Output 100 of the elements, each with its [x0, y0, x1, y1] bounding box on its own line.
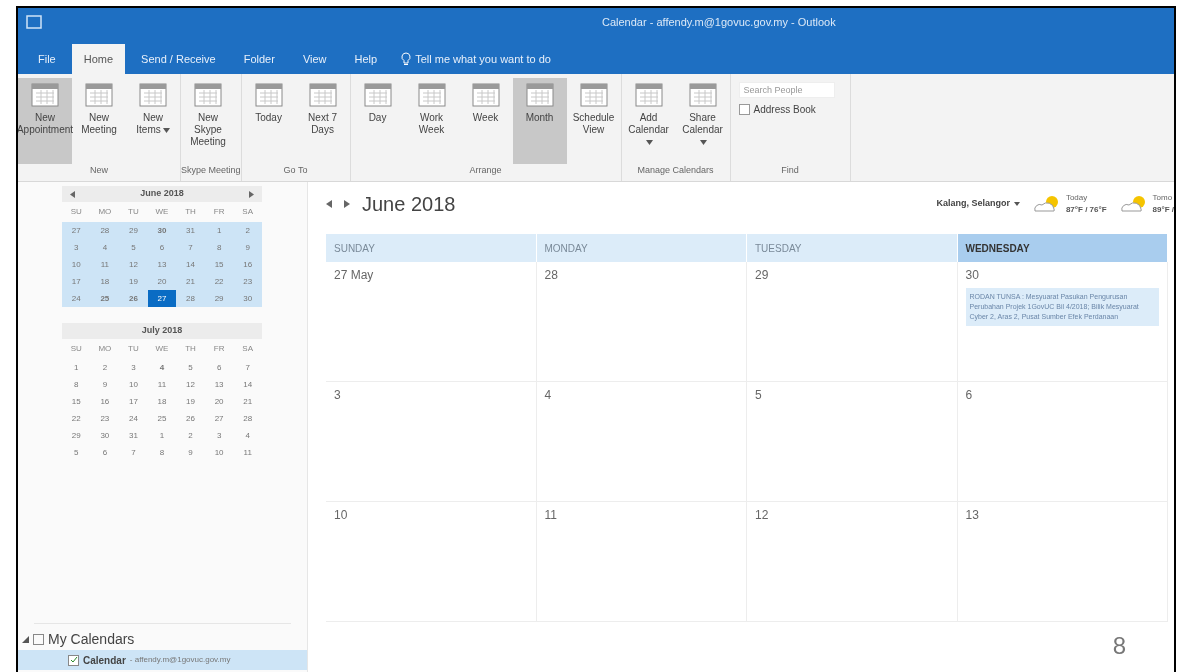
mini-calendar-day[interactable]: 8: [204, 239, 234, 256]
mini-calendar-day[interactable]: 19: [176, 393, 205, 410]
ribbon-button[interactable]: New Meeting: [72, 78, 126, 164]
day-cell[interactable]: 3: [326, 382, 537, 502]
mini-calendar-day[interactable]: 28: [90, 222, 120, 239]
mini-calendar-day[interactable]: 15: [204, 256, 234, 273]
mini-calendar-day[interactable]: 27: [62, 222, 91, 239]
mini-calendar-day[interactable]: 29: [119, 222, 148, 239]
mini-calendar-day[interactable]: 10: [62, 256, 91, 273]
mini-calendar-day[interactable]: 19: [119, 273, 148, 290]
ribbon-button[interactable]: New Skype Meeting: [181, 78, 235, 164]
ribbon-button[interactable]: Work Week: [404, 78, 459, 164]
mini-calendar-day[interactable]: 23: [233, 273, 262, 290]
mini-calendar-day[interactable]: 14: [233, 376, 262, 393]
mini-calendar-day[interactable]: 2: [176, 427, 205, 444]
mini-calendar-day[interactable]: 25: [147, 410, 177, 427]
mini-calendar-day[interactable]: 21: [176, 273, 205, 290]
mini-calendar-day[interactable]: 29: [62, 427, 91, 444]
ribbon-button[interactable]: Next 7 Days: [295, 78, 350, 164]
mini-calendar-day[interactable]: 24: [119, 410, 148, 427]
ribbon-button[interactable]: Schedule View: [566, 78, 621, 164]
mini-calendar-day[interactable]: 10: [204, 444, 234, 461]
mini-calendar-day[interactable]: 3: [204, 427, 234, 444]
day-cell[interactable]: 28: [536, 262, 747, 382]
day-cell[interactable]: 4: [536, 382, 747, 502]
mini-calendar-day[interactable]: 27: [147, 290, 177, 307]
mini-calendar-day[interactable]: 17: [119, 393, 148, 410]
mini-calendar-day[interactable]: 5: [176, 359, 205, 376]
mini-calendar-day[interactable]: 1: [62, 359, 91, 376]
ribbon-button[interactable]: New Items: [126, 78, 180, 164]
mini-calendar-day[interactable]: 3: [62, 239, 91, 256]
day-cell[interactable]: 27 May: [326, 262, 537, 382]
mini-calendar-day[interactable]: 8: [147, 444, 177, 461]
mini-calendar-day[interactable]: 9: [233, 239, 262, 256]
location-dropdown[interactable]: Kalang, Selangor: [936, 197, 1020, 211]
mini-calendar-day[interactable]: 16: [90, 393, 120, 410]
mini-calendar-day[interactable]: 11: [90, 256, 120, 273]
mini-calendar-day[interactable]: 29: [204, 290, 234, 307]
mini-calendar-day[interactable]: 9: [90, 376, 120, 393]
mini-calendar-day[interactable]: 28: [176, 290, 205, 307]
ribbon-tab[interactable]: Folder: [231, 44, 287, 74]
day-cell[interactable]: 11: [536, 502, 747, 622]
mini-calendar-day[interactable]: 26: [119, 290, 148, 307]
previous-icon[interactable]: [326, 200, 332, 208]
mini-calendar-day[interactable]: 7: [119, 444, 148, 461]
mini-calendar-day[interactable]: 27: [204, 410, 234, 427]
mini-calendar-day[interactable]: 5: [62, 444, 91, 461]
mini-calendar-day[interactable]: 13: [147, 256, 177, 273]
ribbon-tab[interactable]: Send / Receive: [129, 44, 228, 74]
mini-calendar-day[interactable]: 12: [119, 256, 148, 273]
mini-calendar-day[interactable]: 13: [204, 376, 234, 393]
ribbon-button[interactable]: Share Calendar: [675, 78, 730, 164]
day-cell[interactable]: 29: [747, 262, 958, 382]
mini-calendar-day[interactable]: 20: [204, 393, 234, 410]
mini-calendar-day[interactable]: 21: [233, 393, 262, 410]
mini-calendar-day[interactable]: 31: [119, 427, 148, 444]
ribbon-tab[interactable]: Help: [342, 44, 390, 74]
mini-calendar-day[interactable]: 6: [204, 359, 234, 376]
mini-calendar-day[interactable]: 11: [147, 376, 177, 393]
mini-calendar-day[interactable]: 11: [233, 444, 262, 461]
mini-calendar-day[interactable]: 8: [62, 376, 91, 393]
day-cell[interactable]: 6: [957, 382, 1168, 502]
ribbon-tab[interactable]: View: [290, 44, 339, 74]
address-book-button[interactable]: Address Book: [738, 102, 842, 117]
mini-calendar-day[interactable]: 15: [62, 393, 91, 410]
ribbon-button[interactable]: Day: [350, 78, 405, 164]
mini-calendar-day[interactable]: 22: [62, 410, 91, 427]
search-people-field[interactable]: Search People: [738, 82, 835, 98]
checkbox[interactable]: [68, 654, 79, 666]
mini-calendar-day[interactable]: 7: [176, 239, 205, 256]
mini-calendar-day[interactable]: 10: [119, 376, 148, 393]
mini-calendar-day[interactable]: 22: [204, 273, 234, 290]
mini-calendar-day[interactable]: 5: [119, 239, 148, 256]
mini-calendar-day[interactable]: 18: [90, 273, 120, 290]
ribbon-tab[interactable]: Home: [71, 44, 126, 74]
mini-calendar-day[interactable]: 23: [90, 410, 120, 427]
tell-me-field[interactable]: Tell me what you want to do: [415, 50, 551, 68]
calendar-folder-item[interactable]: Calendar - affendy.m@1govuc.gov.my: [18, 650, 307, 670]
mini-calendar-day[interactable]: 24: [62, 290, 91, 307]
mini-calendar-day[interactable]: 30: [147, 222, 177, 239]
day-cell[interactable]: 13: [957, 502, 1168, 622]
mini-calendar-day[interactable]: 3: [119, 359, 148, 376]
next-icon[interactable]: [249, 190, 254, 198]
ribbon-button[interactable]: Month: [512, 78, 567, 164]
mini-calendar-day[interactable]: 28: [233, 410, 262, 427]
ribbon-button[interactable]: Week: [458, 78, 513, 164]
mini-calendar-day[interactable]: 25: [90, 290, 120, 307]
mini-calendar-day[interactable]: 2: [90, 359, 120, 376]
mini-calendar-day[interactable]: 18: [147, 393, 177, 410]
day-cell[interactable]: 10: [326, 502, 537, 622]
mini-calendar-day[interactable]: 30: [90, 427, 120, 444]
ribbon-button[interactable]: Add Calendar: [621, 78, 676, 164]
mini-calendar-day[interactable]: 4: [147, 359, 177, 376]
mini-calendar-day[interactable]: 30: [233, 290, 262, 307]
mini-calendar-day[interactable]: 6: [147, 239, 177, 256]
mini-calendar-day[interactable]: 4: [90, 239, 120, 256]
ribbon-tab[interactable]: File: [26, 44, 68, 74]
mini-calendar-day[interactable]: 14: [176, 256, 205, 273]
expand-icon[interactable]: [22, 635, 29, 643]
mini-calendar-day[interactable]: 6: [90, 444, 120, 461]
